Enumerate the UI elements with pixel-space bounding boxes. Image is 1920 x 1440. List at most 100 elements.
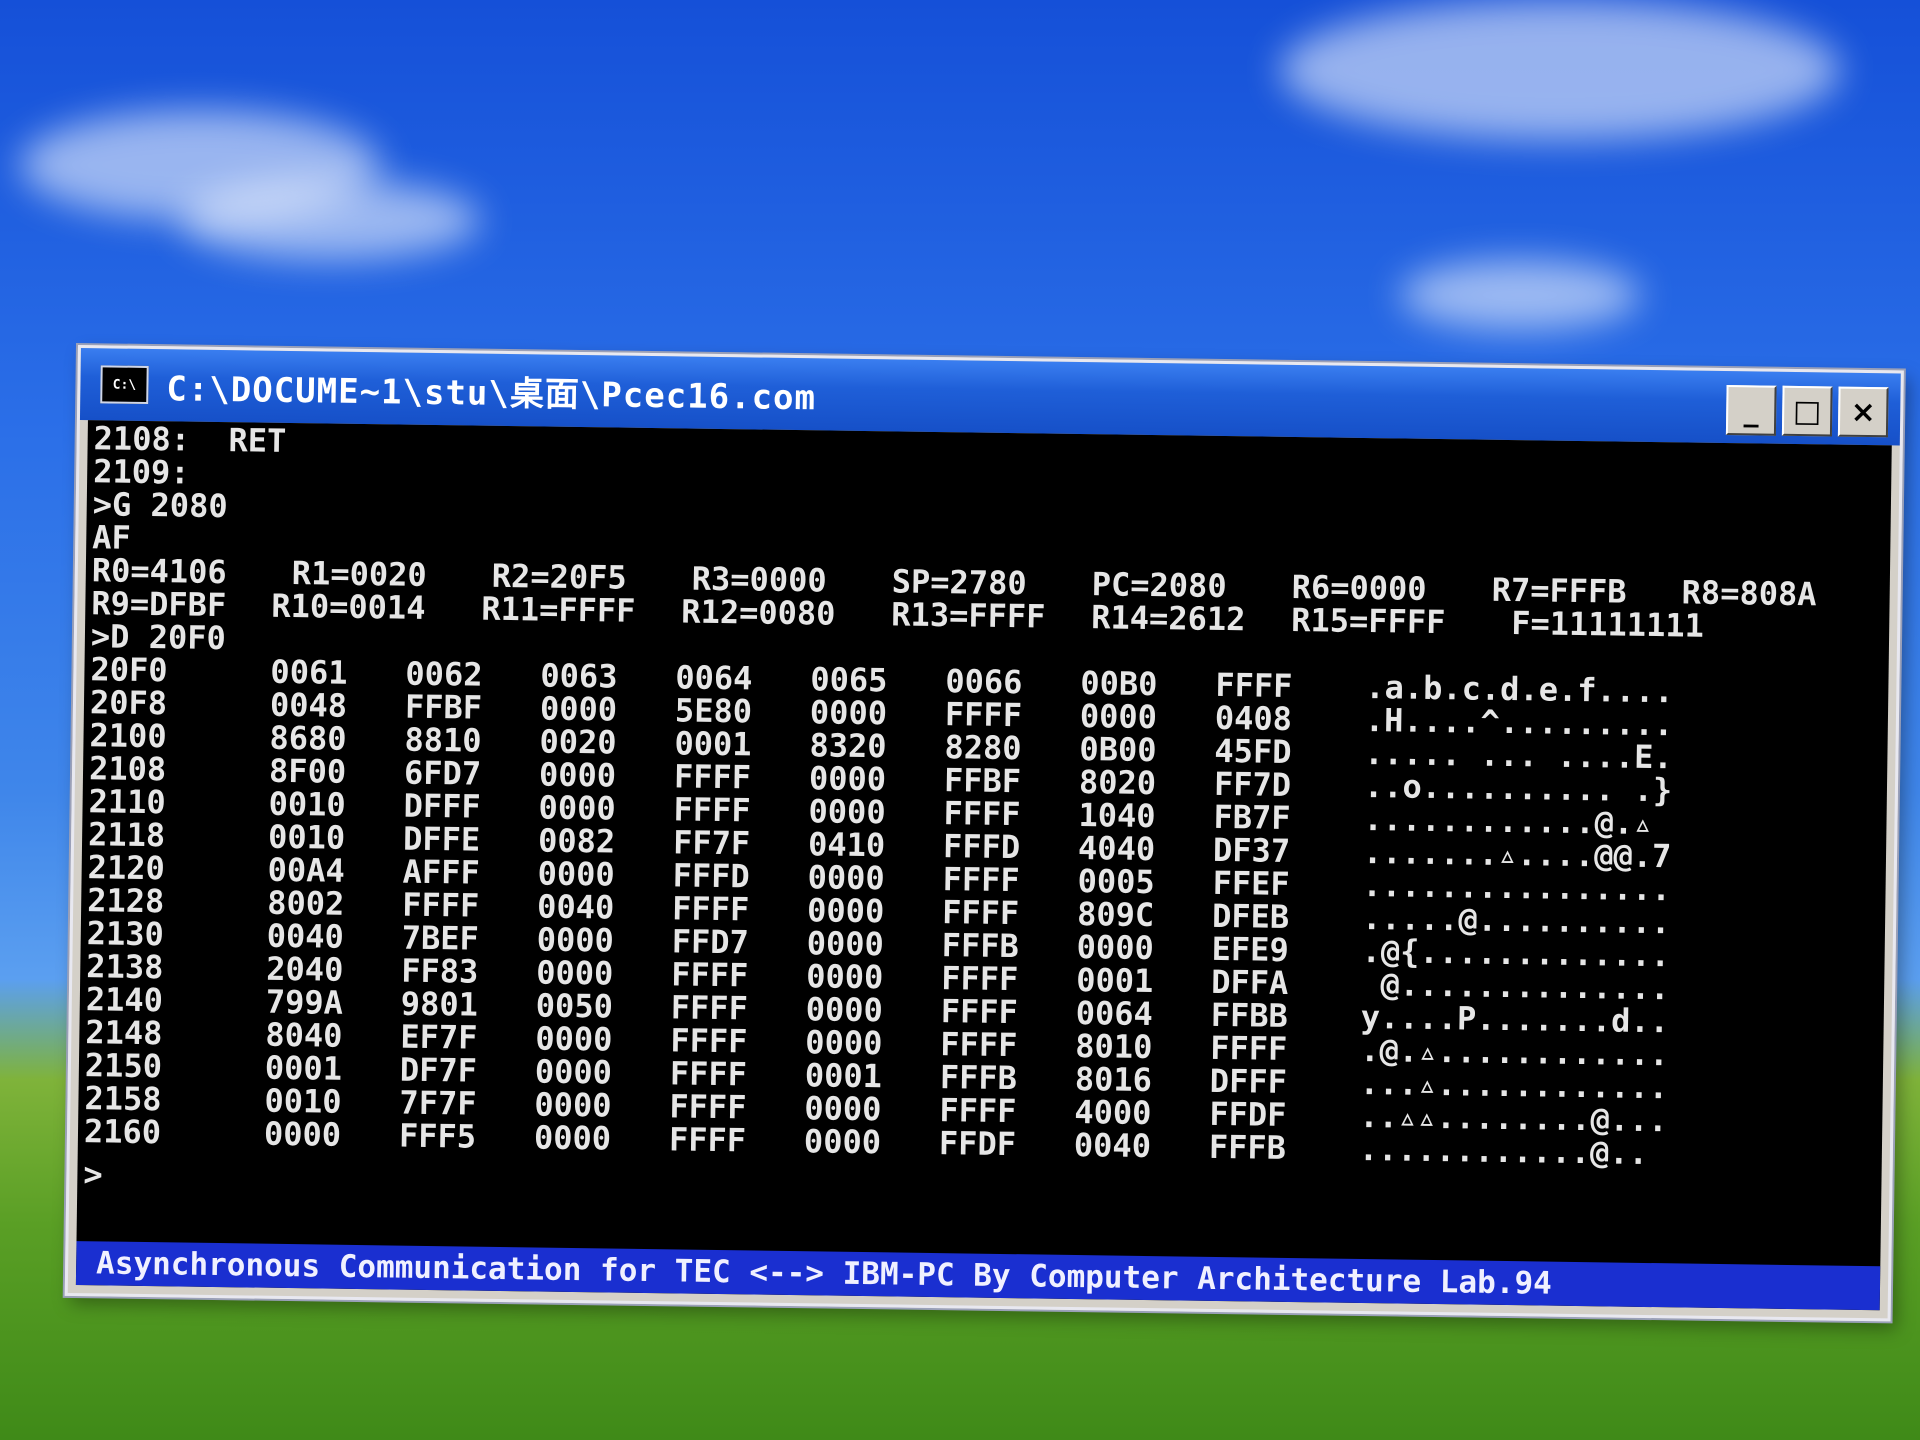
dump-address: 2138 [86,947,164,987]
dump-ascii: ............@.. [1358,1129,1649,1172]
dump-word: 0010 [264,1081,342,1121]
dump-word: 0001 [264,1048,343,1088]
dump-word: 0040 [266,916,345,956]
console-app-icon: C:\ [100,365,149,404]
dump-word: 809C [1076,895,1155,935]
dump-word: 8280 [944,728,1022,768]
dump-word: FFFB [1208,1127,1287,1167]
dump-word: 4040 [1077,829,1156,869]
dump-word: FFFF [939,1091,1017,1131]
dump-word: EF7F [400,1017,478,1057]
dump-word: 0001 [1075,961,1154,1001]
dump-word: 0000 [539,689,618,729]
dump-word: 0000 [806,924,885,964]
dump-word: FFEF [1212,863,1290,903]
dump-word: DFFA [1210,962,1289,1002]
dump-word: FFFF [669,1054,748,1094]
dump-word: 799A [265,982,344,1022]
dump-word: 7BEF [401,918,480,958]
dump-word: 0000 [1079,697,1158,737]
dump-word: 0408 [1214,698,1293,738]
register-value: R14=2612 [1091,598,1246,639]
dump-word: 0010 [268,784,346,824]
command-prompt[interactable]: > [83,1155,103,1193]
register-value: R13=FFFF [891,595,1046,636]
dump-word: 0000 [536,920,615,960]
dump-word: 0064 [1075,993,1154,1034]
dump-word: 0040 [536,887,615,927]
dump-word: 0000 [805,990,884,1030]
window-title: C:\DOCUME~1\stu\桌面\Pcec16.com [166,368,817,418]
dump-word: 0000 [805,1023,883,1063]
background-cloud [1280,0,1840,140]
dump-word: 0000 [534,1052,613,1092]
dump-word: FB7F [1213,797,1291,837]
dump-word: FFFF [943,794,1021,834]
dump-word: FFFF [1215,665,1293,705]
dump-word: FFFF [673,790,751,830]
register-value: R11=FFFF [481,589,636,630]
dump-address: 2118 [87,815,166,855]
dump-word: 8F00 [268,751,347,791]
dump-word: 7F7F [399,1083,477,1123]
dump-word: FFD7 [671,922,750,962]
dump-word: 0000 [805,957,884,997]
dump-word: 0063 [540,656,618,696]
console-window: C:\ C:\DOCUME~1\stu\桌面\Pcec16.com _ □ × … [64,345,1904,1322]
dump-address: 2158 [84,1079,162,1119]
dump-word: 45FD [1214,731,1292,771]
dump-word: FFFF [669,1087,747,1127]
window-controls: _ □ × [1725,385,1889,438]
status-bar: Asynchronous Communication for TEC <--> … [75,1241,1881,1311]
minimize-button[interactable]: _ [1725,385,1777,436]
dump-word: FFBF [404,687,483,727]
dump-word: DFFE [402,819,481,859]
dump-word: 0001 [674,724,752,764]
dump-word: 0065 [810,660,888,700]
register-value: R12=0080 [681,592,836,633]
dump-word: DFFF [403,786,481,826]
dump-word: 0000 [1076,928,1155,968]
dump-word: 0001 [804,1056,883,1096]
dump-word: FFBF [943,761,1022,801]
dump-word: 0000 [806,891,885,931]
dump-word: 0066 [945,662,1023,702]
dump-word: 8040 [265,1015,343,1055]
dump-word: 8320 [809,726,887,766]
dump-word: FFFB [939,1058,1018,1098]
dump-address: 2130 [86,914,165,954]
dump-word: 8016 [1074,1059,1153,1100]
dump-word: FFFF [940,1025,1018,1065]
maximize-button[interactable]: □ [1781,385,1833,437]
dump-word: FFBB [1210,995,1289,1035]
dump-word: 0000 [808,759,887,799]
background-cloud [1400,260,1640,330]
dump-word: 0005 [1077,862,1155,902]
dump-word: FF7D [1213,764,1292,804]
dump-word: 0000 [534,1085,612,1125]
dump-word: FFFD [672,856,750,896]
close-button[interactable]: × [1837,386,1889,438]
dump-word: 0061 [270,652,348,692]
console-history-line: AF [92,518,132,557]
dump-address: 2160 [83,1112,162,1152]
dump-word: FFDF [938,1124,1017,1164]
dump-address: 20F8 [89,683,168,723]
dump-word: 0040 [1073,1125,1152,1166]
dump-address: 2150 [84,1046,163,1086]
dump-word: 0000 [533,1118,612,1158]
dump-address: 2148 [85,1013,163,1053]
console-output[interactable]: 2108: RET 2109: >G 2080 AF R0=4106 R1=002… [75,420,1892,1311]
dump-address: 2100 [89,716,167,756]
dump-word: 8680 [269,718,347,758]
dump-word: FFFF [401,885,480,925]
dump-word: 0062 [405,654,483,694]
dump-word: 0410 [807,825,886,865]
dump-word: FFDF [1209,1094,1287,1134]
register-value: R10=0014 [271,586,426,627]
dump-word: 0000 [804,1089,882,1129]
dump-word: FFF5 [398,1116,477,1156]
dump-word: 2040 [266,949,344,989]
dump-word: 8020 [1078,763,1157,803]
dump-word: 0B00 [1079,730,1157,770]
